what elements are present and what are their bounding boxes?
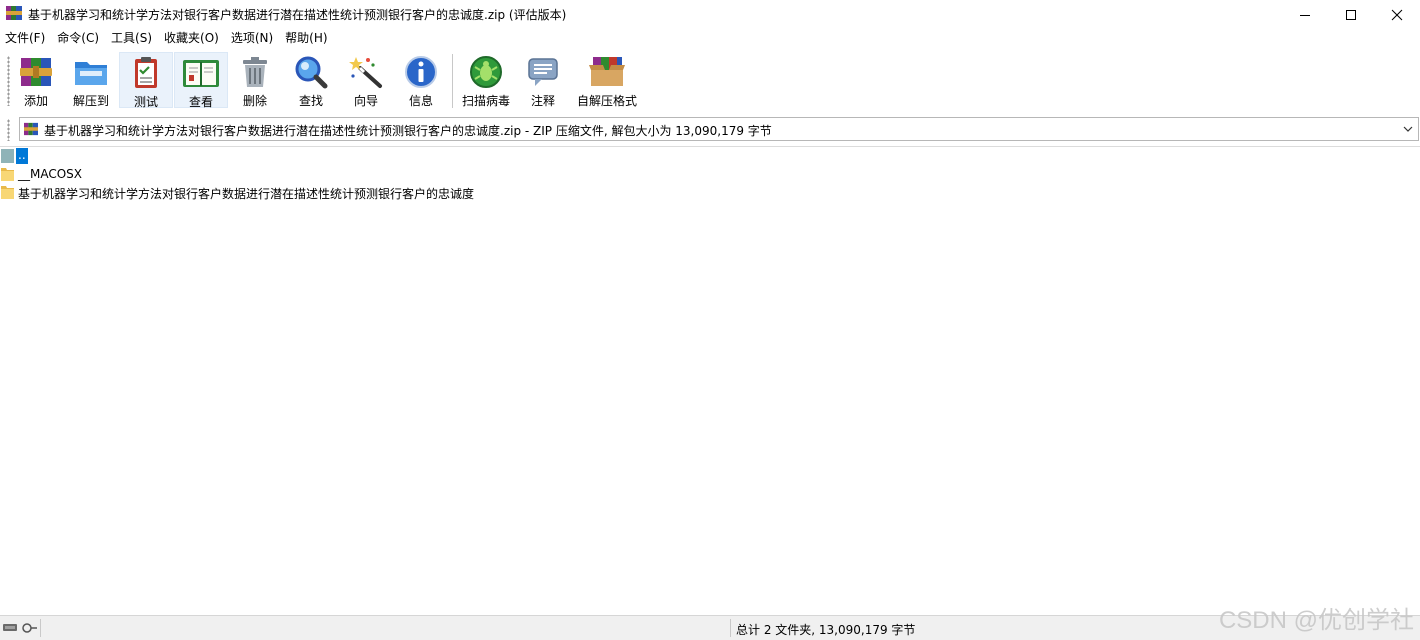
menu-help[interactable]: 帮助(H) xyxy=(280,29,334,48)
scan-virus-label: 扫描病毒 xyxy=(461,94,510,108)
delete-button[interactable]: 删除 xyxy=(232,52,278,108)
menu-tools[interactable]: 工具(S) xyxy=(106,29,159,48)
address-bar: 基于机器学习和统计学方法对银行客户数据进行潜在描述性统计预测银行客户的忠诚度.z… xyxy=(0,113,1420,145)
status-divider xyxy=(40,619,41,637)
info-icon xyxy=(405,56,437,88)
comment-icon xyxy=(528,58,558,86)
maximize-button[interactable] xyxy=(1328,0,1374,29)
find-label: 查找 xyxy=(298,94,323,108)
archive-books-icon xyxy=(20,58,52,86)
test-label: 测试 xyxy=(133,95,158,109)
wizard-label: 向导 xyxy=(353,94,378,108)
sfx-button[interactable]: 自解压格式 xyxy=(574,52,640,108)
find-button[interactable]: 查找 xyxy=(288,52,334,108)
close-button[interactable] xyxy=(1374,0,1420,29)
add-label: 添加 xyxy=(23,94,48,108)
maximize-icon xyxy=(1346,9,1356,20)
zip-archive-icon xyxy=(24,122,38,136)
clipboard-check-icon xyxy=(135,57,157,88)
status-summary: 总计 2 文件夹, 13,090,179 字节 xyxy=(736,623,916,637)
extract-to-button[interactable]: 解压到 xyxy=(66,52,116,108)
delete-label: 删除 xyxy=(242,94,267,108)
chevron-down-icon[interactable] xyxy=(1400,121,1416,137)
file-name: 基于机器学习和统计学方法对银行客户数据进行潜在描述性统计预测银行客户的忠诚度 xyxy=(18,187,475,201)
wizard-button[interactable]: 向导 xyxy=(343,52,389,108)
info-label: 信息 xyxy=(408,94,433,108)
address-combobox[interactable]: 基于机器学习和统计学方法对银行客户数据进行潜在描述性统计预测银行客户的忠诚度.z… xyxy=(19,117,1419,141)
extract-to-label: 解压到 xyxy=(72,94,109,108)
magnifier-icon xyxy=(295,56,328,89)
comment-label: 注释 xyxy=(530,94,555,108)
menu-commands[interactable]: 命令(C) xyxy=(52,29,106,48)
parent-folder-icon xyxy=(1,149,14,163)
comment-button[interactable]: 注释 xyxy=(520,52,566,108)
view-button[interactable]: 查看 xyxy=(174,52,228,109)
menu-bar: 文件(F) 命令(C) 工具(S) 收藏夹(O) 选项(N) 帮助(H) xyxy=(0,29,1420,48)
toolbar: 添加 解压到 测试 查看 删除 查找 向导 信息 扫描病毒 注释 自解压格式 xyxy=(0,48,1420,113)
title-bar: 基于机器学习和统计学方法对银行客户数据进行潜在描述性统计预测银行客户的忠诚度.z… xyxy=(0,0,1420,29)
file-name: .. xyxy=(16,148,28,164)
toolbar-separator xyxy=(452,54,453,108)
toolbar-grip[interactable] xyxy=(7,56,10,106)
window-title: 基于机器学习和统计学方法对银行客户数据进行潜在描述性统计预测银行客户的忠诚度.z… xyxy=(28,8,567,22)
file-list[interactable]: .. __MACOSX 基于机器学习和统计学方法对银行客户数据进行潜在描述性统计… xyxy=(0,146,1420,615)
minimize-button[interactable] xyxy=(1282,0,1328,29)
info-button[interactable]: 信息 xyxy=(398,52,444,108)
magic-wand-icon xyxy=(349,57,382,88)
status-bar: 总计 2 文件夹, 13,090,179 字节 CSDN @优创学社 xyxy=(0,607,1420,640)
file-name: __MACOSX xyxy=(18,167,83,181)
winrar-app-icon xyxy=(6,6,22,20)
address-grip[interactable] xyxy=(7,119,10,141)
sfx-box-icon xyxy=(589,57,625,86)
menu-options[interactable]: 选项(N) xyxy=(226,29,280,48)
drive-key-icon[interactable] xyxy=(2,620,38,636)
trash-can-icon xyxy=(243,57,267,87)
watermark: CSDN @优创学社 xyxy=(1218,607,1414,634)
test-button[interactable]: 测试 xyxy=(119,52,173,109)
sfx-label: 自解压格式 xyxy=(576,94,637,108)
scan-virus-button[interactable]: 扫描病毒 xyxy=(458,52,514,108)
address-path: 基于机器学习和统计学方法对银行客户数据进行潜在描述性统计预测银行客户的忠诚度.z… xyxy=(44,124,772,138)
folder-icon xyxy=(1,168,14,181)
folder-icon xyxy=(1,186,14,199)
list-item[interactable]: __MACOSX xyxy=(0,165,600,183)
minimize-icon xyxy=(1300,14,1310,16)
folder-extract-icon xyxy=(75,62,107,85)
menu-file[interactable]: 文件(F) xyxy=(0,29,52,48)
open-book-icon xyxy=(183,60,219,87)
menu-favorites[interactable]: 收藏夹(O) xyxy=(159,29,226,48)
view-label: 查看 xyxy=(188,95,213,109)
status-divider xyxy=(730,619,731,637)
close-icon xyxy=(1391,9,1403,20)
list-item-parent[interactable]: .. xyxy=(0,147,600,165)
add-button[interactable]: 添加 xyxy=(14,52,58,108)
list-item[interactable]: 基于机器学习和统计学方法对银行客户数据进行潜在描述性统计预测银行客户的忠诚度 xyxy=(0,183,600,201)
virus-scan-icon xyxy=(470,56,502,88)
